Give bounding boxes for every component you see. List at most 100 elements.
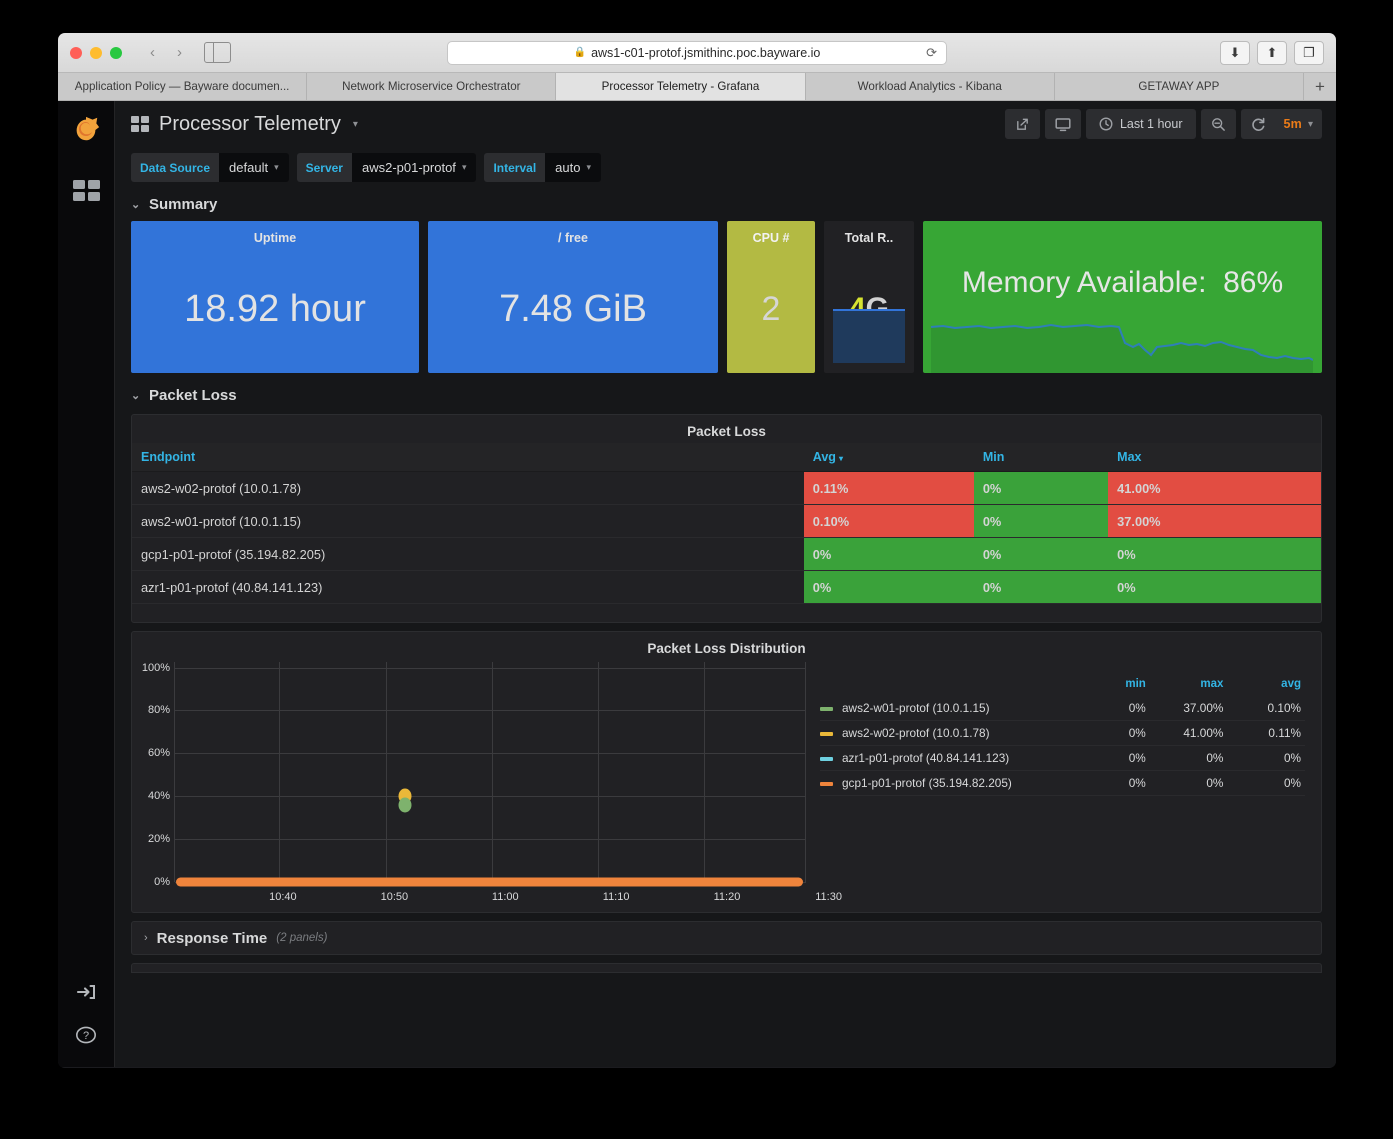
legend-color-swatch bbox=[820, 781, 833, 786]
dashboard-grid-icon bbox=[131, 116, 149, 132]
browser-tab-1[interactable]: Network Microservice Orchestrator bbox=[307, 73, 557, 100]
row-title-response-time: Response Time bbox=[156, 929, 268, 947]
legend-max: 41.00% bbox=[1149, 720, 1228, 746]
packet-loss-panels: Packet Loss Endpoint Avg ▾ Min Max aws2-… bbox=[115, 414, 1336, 913]
table-row[interactable]: aws2-w01-protof (10.0.1.15) 0.10% 0% 37.… bbox=[132, 504, 1321, 538]
tv-mode-button[interactable] bbox=[1044, 109, 1081, 139]
column-header-min[interactable]: Min bbox=[973, 443, 1109, 472]
stat-panel-uptime[interactable]: Uptime 18.92 hour bbox=[131, 221, 419, 373]
variable-server-label: Server bbox=[296, 153, 352, 182]
column-header-max[interactable]: Max bbox=[1108, 443, 1321, 472]
variable-datasource-value[interactable]: default ▾ bbox=[219, 153, 289, 182]
legend-avg: 0.10% bbox=[1227, 696, 1305, 721]
share-dashboard-button[interactable] bbox=[1004, 109, 1040, 139]
sidebar-item-dashboards[interactable] bbox=[71, 177, 101, 203]
stat-value-cpu: 2 bbox=[761, 289, 781, 328]
panel-title-packet-loss: Packet Loss bbox=[687, 424, 766, 439]
refresh-picker: 5m ▾ bbox=[1240, 109, 1323, 139]
stat-title-uptime: Uptime bbox=[253, 231, 297, 245]
chevron-down-icon: ▾ bbox=[586, 162, 591, 172]
page-title: Processor Telemetry bbox=[159, 112, 341, 135]
variable-datasource[interactable]: Data Source default ▾ bbox=[131, 153, 289, 182]
cell-min: 0% bbox=[973, 471, 1109, 505]
grafana-logo-icon[interactable] bbox=[69, 112, 103, 146]
legend-series-name: gcp1-p01-protof (35.194.82.205) bbox=[820, 770, 1073, 796]
x-tick-label: 11:00 bbox=[491, 891, 519, 903]
variable-interval-value[interactable]: auto ▾ bbox=[545, 153, 601, 182]
close-window-button[interactable] bbox=[70, 46, 82, 59]
tab-overview-icon[interactable]: ❐ bbox=[1294, 40, 1324, 65]
legend-avg: 0.11% bbox=[1227, 720, 1305, 746]
chevron-down-icon: ⌄ bbox=[131, 199, 141, 211]
row-header-packet-loss[interactable]: ⌄ Packet Loss bbox=[115, 373, 1336, 412]
column-header-avg[interactable]: Avg ▾ bbox=[803, 443, 974, 472]
plot-area[interactable]: 100% 80% 60% 40% 20% 0% 10:40 10:50 11:0… bbox=[140, 662, 842, 912]
x-tick-label: 10:40 bbox=[269, 891, 297, 903]
legend-header-max[interactable]: max bbox=[1150, 678, 1228, 696]
refresh-button[interactable] bbox=[1241, 109, 1275, 139]
back-chevron-icon[interactable]: ‹ bbox=[140, 41, 165, 64]
chevron-down-icon[interactable]: ▾ bbox=[353, 119, 358, 130]
chevron-down-icon: ▾ bbox=[1307, 118, 1313, 130]
stat-panel-free[interactable]: / free 7.48 GiB bbox=[428, 221, 718, 373]
legend-item[interactable]: aws2-w01-protof (10.0.1.15) 0% 37.00% 0.… bbox=[820, 696, 1305, 721]
browser-tab-0[interactable]: Application Policy — Bayware documen... bbox=[58, 73, 308, 100]
legend-header-min[interactable]: min bbox=[1072, 678, 1150, 696]
table-row[interactable]: gcp1-p01-protof (35.194.82.205) 0% 0% 0% bbox=[132, 537, 1321, 571]
table-row[interactable]: azr1-p01-protof (40.84.141.123) 0% 0% 0% bbox=[132, 570, 1321, 604]
variable-server[interactable]: Server aws2-p01-protof ▾ bbox=[296, 153, 477, 182]
legend-item[interactable]: aws2-w02-protof (10.0.1.78) 0% 41.00% 0.… bbox=[820, 720, 1305, 746]
zoom-out-button[interactable] bbox=[1200, 109, 1236, 139]
data-point-aws2-w01[interactable] bbox=[398, 797, 412, 813]
series-gcp1-zero-line bbox=[176, 877, 803, 887]
cell-max: 0% bbox=[1108, 537, 1321, 571]
legend-avg: 0% bbox=[1227, 745, 1305, 771]
stat-panel-total-ram[interactable]: Total R.. 4G bbox=[824, 221, 914, 373]
legend-header-avg[interactable]: avg bbox=[1227, 678, 1305, 696]
row-header-response-time[interactable]: › Response Time (2 panels) bbox=[131, 921, 1322, 955]
dashboard-content: Processor Telemetry ▾ Last 1 hour 5m ▾ D… bbox=[115, 101, 1336, 1067]
sign-in-icon[interactable] bbox=[76, 983, 96, 1006]
browser-tab-4[interactable]: GETAWAY APP bbox=[1054, 73, 1305, 100]
stat-panel-memory-available[interactable]: Memory Available: 86% bbox=[923, 221, 1322, 373]
legend-item[interactable]: gcp1-p01-protof (35.194.82.205) 0% 0% 0% bbox=[820, 770, 1305, 796]
new-tab-button[interactable]: + bbox=[1304, 73, 1336, 100]
variable-server-value[interactable]: aws2-p01-protof ▾ bbox=[351, 153, 477, 182]
minimize-window-button[interactable] bbox=[90, 46, 102, 59]
browser-window: ‹ › 🔒 aws1-c01-protof.jsmithinc.poc.bayw… bbox=[58, 33, 1336, 1068]
browser-tab-2[interactable]: Processor Telemetry - Grafana bbox=[556, 73, 806, 100]
column-header-endpoint[interactable]: Endpoint bbox=[132, 443, 804, 472]
help-question-icon[interactable]: ? bbox=[75, 1024, 97, 1051]
time-range-picker[interactable]: Last 1 hour bbox=[1085, 109, 1196, 139]
table-body: aws2-w02-protof (10.0.1.78) 0.11% 0% 41.… bbox=[132, 471, 1321, 604]
sidebar-toggle-icon[interactable] bbox=[204, 42, 231, 63]
legend-color-swatch bbox=[820, 756, 833, 761]
y-tick-label: 20% bbox=[147, 833, 170, 846]
maximize-window-button[interactable] bbox=[110, 46, 122, 59]
cell-max: 41.00% bbox=[1108, 471, 1321, 505]
chart-legend: min max avg aws2-w01-protof (10.0.1.15) bbox=[812, 662, 1313, 912]
x-tick-label: 11:10 bbox=[602, 891, 630, 903]
reload-icon[interactable]: ⟳ bbox=[926, 45, 937, 61]
legend-table: min max avg aws2-w01-protof (10.0.1.15) bbox=[820, 678, 1305, 796]
legend-max: 37.00% bbox=[1149, 696, 1228, 721]
variable-interval[interactable]: Interval auto ▾ bbox=[484, 153, 601, 182]
share-icon[interactable]: ⬆ bbox=[1257, 40, 1287, 65]
lock-icon: 🔒 bbox=[573, 47, 587, 58]
legend-item[interactable]: azr1-p01-protof (40.84.141.123) 0% 0% 0% bbox=[820, 745, 1305, 771]
stat-panel-cpu[interactable]: CPU # 2 bbox=[727, 221, 815, 373]
panel-packet-loss-table: Packet Loss Endpoint Avg ▾ Min Max aws2-… bbox=[131, 414, 1322, 623]
browser-tab-3[interactable]: Workload Analytics - Kibana bbox=[805, 73, 1055, 100]
cell-max: 0% bbox=[1108, 570, 1321, 604]
table-header: Endpoint Avg ▾ Min Max bbox=[132, 443, 1321, 472]
legend-max: 0% bbox=[1149, 745, 1228, 771]
row-title-packet-loss: Packet Loss bbox=[149, 387, 237, 404]
forward-chevron-icon[interactable]: › bbox=[167, 41, 192, 64]
table-row[interactable]: aws2-w02-protof (10.0.1.78) 0.11% 0% 41.… bbox=[132, 471, 1321, 505]
download-icon[interactable]: ⬇ bbox=[1220, 40, 1250, 65]
address-bar[interactable]: 🔒 aws1-c01-protof.jsmithinc.poc.bayware.… bbox=[447, 40, 947, 65]
refresh-interval-dropdown[interactable]: 5m ▾ bbox=[1275, 109, 1323, 139]
dashboard-title-group[interactable]: Processor Telemetry ▾ bbox=[131, 113, 358, 136]
row-header-summary[interactable]: ⌄ Summary bbox=[115, 182, 1336, 221]
stat-title-free: / free bbox=[558, 231, 588, 245]
